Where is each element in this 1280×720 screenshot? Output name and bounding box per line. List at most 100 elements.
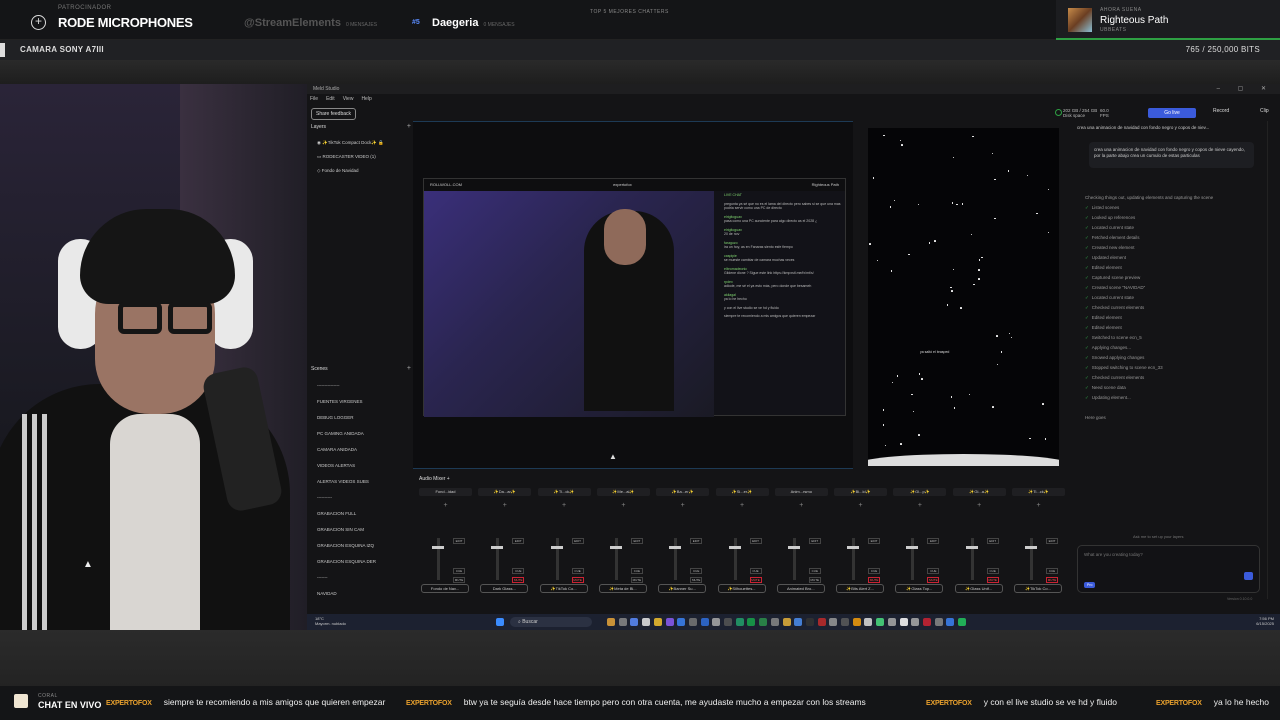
taskbar-app-icon[interactable] — [630, 618, 639, 626]
cue-button[interactable]: CUE — [927, 568, 940, 574]
scene-item[interactable]: DEBUG LOGGER — [311, 410, 413, 426]
main-canvas[interactable]: ROLLWOLL.COM expertofox Righteous Path L… — [413, 121, 853, 469]
layer-item[interactable]: ▭ RODECASTER VIDEO (1) — [311, 150, 413, 164]
mute-button[interactable]: MUTE — [512, 577, 525, 583]
edit-button[interactable]: EDIT — [690, 538, 703, 544]
channel-name[interactable]: ✨Ti...ck✨ — [537, 488, 591, 496]
add-layer-icon[interactable]: + — [407, 123, 411, 130]
mute-button[interactable]: MUTE — [868, 577, 881, 583]
edit-button[interactable]: EDIT — [1046, 538, 1058, 544]
taskbar-app-icon[interactable] — [817, 618, 826, 626]
channel-name[interactable]: Anim...rsmo — [774, 488, 828, 496]
taskbar-clock[interactable]: 7:56 PM 6/15/2025 — [1256, 616, 1274, 626]
cue-button[interactable]: CUE — [868, 568, 881, 574]
ai-prompt-input[interactable]: What are you creating today? Pro — [1077, 545, 1260, 593]
scene-item[interactable]: ------- — [311, 570, 413, 586]
go-live-button[interactable]: Go live — [1148, 108, 1196, 118]
channel-name[interactable]: ✨Si...er✨ — [715, 488, 769, 496]
taskbar-app-icon[interactable] — [852, 618, 861, 626]
channel-source[interactable]: ✨TikTok Co... — [539, 584, 588, 593]
add-filter-icon[interactable]: + — [597, 502, 650, 509]
taskbar-app-icon[interactable] — [607, 618, 615, 626]
taskbar-app-icon[interactable] — [887, 618, 896, 626]
edit-button[interactable]: EDIT — [630, 538, 643, 544]
add-filter-icon[interactable]: + — [1012, 502, 1065, 509]
fader-knob[interactable] — [847, 546, 860, 549]
cue-button[interactable]: CUE — [690, 568, 703, 574]
menu-file[interactable]: File — [310, 96, 318, 102]
send-icon[interactable] — [1244, 572, 1253, 580]
menu-help[interactable]: Help — [361, 96, 371, 102]
channel-name[interactable]: ✨Gl...p✨ — [893, 488, 947, 496]
edit-button[interactable]: EDIT — [512, 538, 525, 544]
fader-knob[interactable] — [728, 546, 741, 549]
channel-source[interactable]: ✨Silhouettes... — [717, 584, 766, 593]
mute-button[interactable]: MUTE — [453, 577, 465, 583]
scene-item[interactable]: CAMARA ANIDADA — [311, 442, 413, 458]
volume-fader[interactable] — [970, 538, 974, 580]
scene-item[interactable]: VIDEOS ALERTAS — [311, 458, 413, 474]
mute-button[interactable]: MUTE — [690, 577, 703, 583]
add-filter-icon[interactable]: + — [478, 502, 531, 509]
edit-button[interactable]: EDIT — [453, 538, 465, 544]
fader-knob[interactable] — [432, 546, 444, 549]
add-filter-icon[interactable]: + — [953, 502, 1006, 509]
cue-button[interactable]: CUE — [808, 568, 821, 574]
channel-name[interactable]: ✨Ti...ck✨ — [1012, 488, 1065, 496]
scene-item[interactable]: NAVIDAD — [311, 586, 413, 602]
taskbar-app-icon[interactable] — [958, 618, 966, 626]
fader-knob[interactable] — [669, 546, 682, 549]
add-filter-icon[interactable]: + — [538, 502, 591, 509]
edit-button[interactable]: EDIT — [749, 538, 762, 544]
taskbar-app-icon[interactable] — [618, 618, 627, 626]
taskbar-app-icon[interactable] — [911, 618, 920, 626]
fader-knob[interactable] — [1025, 546, 1037, 549]
scene-item[interactable]: --------------- — [311, 378, 413, 394]
taskbar-app-icon[interactable] — [934, 618, 943, 626]
channel-name[interactable]: ✨Me...al✨ — [596, 488, 650, 496]
taskbar-app-icon[interactable] — [653, 618, 662, 626]
scene-item[interactable]: PC GAMING ANIDADA — [311, 426, 413, 442]
channel-source[interactable]: Fondo de Nav... — [421, 584, 469, 593]
taskbar-app-icon[interactable] — [876, 618, 885, 626]
scene-item[interactable]: FUENTES VIRGENES — [311, 394, 413, 410]
mute-button[interactable]: MUTE — [749, 577, 762, 583]
volume-fader[interactable] — [792, 538, 796, 580]
scene-item[interactable]: GRABACION SIN CAM — [311, 522, 413, 538]
channel-name[interactable]: ✨Ba...er✨ — [656, 488, 710, 496]
scene-item[interactable]: GRABACION ESQUINA IZQ — [311, 538, 413, 554]
channel-source[interactable]: ✨Meta de Bi... — [598, 584, 647, 593]
volume-fader[interactable] — [496, 538, 500, 580]
channel-source[interactable]: Animated Bro... — [776, 584, 825, 593]
scene-item[interactable]: GRABACION FULL — [311, 506, 413, 522]
taskbar-app-icon[interactable] — [642, 618, 651, 626]
add-filter-icon[interactable]: + — [893, 502, 946, 509]
edit-button[interactable]: EDIT — [927, 538, 940, 544]
taskbar-app-icon[interactable] — [829, 618, 838, 626]
record-button[interactable]: Record — [1213, 108, 1229, 114]
channel-name[interactable]: ✨Gl...a✨ — [952, 488, 1006, 496]
channel-name[interactable]: ✨Bi...ld✨ — [834, 488, 888, 496]
cue-button[interactable]: CUE — [512, 568, 525, 574]
taskbar-app-icon[interactable] — [864, 618, 873, 626]
taskbar-app-icon[interactable] — [770, 618, 779, 626]
taskbar-app-icon[interactable] — [899, 618, 908, 626]
edit-button[interactable]: EDIT — [571, 538, 584, 544]
volume-fader[interactable] — [555, 538, 559, 580]
taskbar-app-icon[interactable] — [724, 618, 732, 626]
taskbar-app-icon[interactable] — [782, 618, 791, 626]
volume-fader[interactable] — [1030, 538, 1033, 580]
mute-button[interactable]: MUTE — [808, 577, 821, 583]
channel-source[interactable]: Dark Glass... — [480, 584, 529, 593]
weather-widget[interactable]: 18°C Mayorm. nublado — [315, 616, 346, 626]
channel-name[interactable]: ✨Da...ar✨ — [478, 488, 532, 496]
add-filter-icon[interactable]: + — [656, 502, 709, 509]
fader-knob[interactable] — [550, 546, 563, 549]
add-audio-icon[interactable]: + — [447, 476, 450, 482]
taskbar-app-icon[interactable] — [794, 618, 803, 626]
taskbar-app-icon[interactable] — [665, 618, 674, 626]
clip-button[interactable]: Clip — [1260, 108, 1269, 114]
fader-knob[interactable] — [906, 546, 919, 549]
layer-item[interactable]: ◉ ✨TikTok Compact Dock✨ 🔒 — [311, 136, 413, 150]
add-scene-icon[interactable]: + — [407, 365, 411, 372]
